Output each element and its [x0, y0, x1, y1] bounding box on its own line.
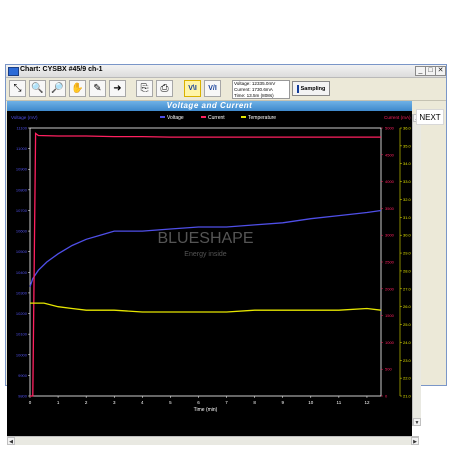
temperature-tick-label: 30.0: [403, 233, 412, 238]
scroll-left-icon[interactable]: ◀: [7, 437, 15, 445]
legend-label: Voltage: [167, 115, 184, 121]
chart-window: Chart: CYSBX #45/9 ch-1 _ □ ✕ ⤡ 🔍 🔎 ✋ ✎ …: [5, 64, 447, 445]
x-tick-label: 11: [337, 400, 342, 405]
copy-button[interactable]: ⎘: [136, 80, 153, 97]
temperature-tick-label: 24.0: [403, 340, 412, 345]
horizontal-scrollbar[interactable]: ◀ ▶: [7, 436, 419, 445]
temperature-tick-label: 34.0: [403, 161, 412, 166]
close-button[interactable]: ✕: [435, 66, 446, 76]
arrow-icon: ➜: [113, 83, 122, 94]
voltage-current-toggle[interactable]: V\I: [184, 80, 201, 97]
y-tick-label: 10600: [16, 229, 28, 234]
scroll-right-icon[interactable]: ▶: [411, 437, 419, 445]
next-button[interactable]: NEXT: [416, 109, 444, 125]
reset-zoom-button[interactable]: ⤡: [9, 80, 26, 97]
temperature-tick-label: 32.0: [403, 197, 412, 202]
sampling-icon: [296, 84, 299, 93]
readout-panel: Voltage: 12335.0mV Current: 1730.6mA Tim…: [232, 80, 290, 99]
y-tick-label: 10800: [16, 187, 28, 192]
y-tick-label: 11100: [16, 126, 27, 131]
y-tick-label: 10500: [16, 249, 28, 254]
current-tick-label: 2500: [385, 260, 395, 265]
chart-title: Voltage and Current: [7, 101, 412, 111]
hand-icon: ✋: [71, 83, 84, 94]
zoom-in-icon: 🔍: [31, 83, 44, 94]
temperature-tick-label: 23.0: [403, 358, 412, 363]
y-tick-label: 10400: [16, 270, 28, 275]
y-tick-label: 10100: [16, 332, 28, 337]
current-axis-label: Current (mA): [384, 115, 411, 120]
y-tick-label: 9900: [18, 373, 28, 378]
y-tick-label: 9800: [18, 394, 28, 399]
toolbar: ⤡ 🔍 🔎 ✋ ✎ ➜ ⎘ ⎙ V\I V/I Voltage: 12335.0…: [6, 78, 446, 101]
x-axis-label: Time (min): [194, 407, 218, 413]
current-tick-label: 1500: [385, 313, 395, 318]
draw-button[interactable]: ✎: [89, 80, 106, 97]
printer-icon: ⎙: [160, 83, 169, 94]
current-tick-label: 5000: [385, 126, 395, 131]
pan-button[interactable]: ✋: [69, 80, 86, 97]
current-tick-label: 1000: [385, 340, 395, 345]
fit-icon: ⤡: [13, 83, 22, 94]
temperature-tick-label: 26.0: [403, 304, 412, 309]
current-tick-label: 3500: [385, 206, 395, 211]
chart-background: [7, 111, 412, 436]
temperature-tick-label: 29.0: [403, 251, 412, 256]
vertical-scrollbar[interactable]: ▲ ▼: [412, 114, 421, 426]
current-tick-label: 4500: [385, 152, 395, 157]
temperature-tick-label: 25.0: [403, 322, 412, 327]
time-readout: Time: 13.5m (808s): [234, 93, 274, 98]
scroll-down-icon[interactable]: ▼: [413, 418, 421, 426]
app-icon: [8, 67, 19, 76]
current-tick-label: 3000: [385, 233, 395, 238]
current-tick-label: 2000: [385, 286, 395, 291]
temperature-tick-label: 35.0: [403, 143, 412, 148]
chart-plot: Voltage Current Temperature Voltage (mV) 980…: [7, 111, 412, 436]
copy-icon: ⎘: [140, 83, 149, 94]
y-tick-label: 10700: [16, 208, 28, 213]
chart-area: Voltage and Current Voltage Current Temper…: [7, 101, 412, 436]
left-axis-label: Voltage (mV): [11, 115, 38, 120]
temperature-tick-label: 33.0: [403, 179, 412, 184]
sampling-label: Sampling: [300, 86, 326, 92]
zoom-out-button[interactable]: 🔎: [49, 80, 66, 97]
pencil-icon: ✎: [93, 83, 102, 94]
legend-label: Temperature: [248, 115, 276, 121]
temperature-tick-label: 21.0: [403, 394, 412, 399]
x-tick-label: 10: [308, 400, 314, 405]
temperature-tick-label: 31.0: [403, 215, 412, 220]
y-tick-label: 10300: [16, 290, 28, 295]
vi-toggle[interactable]: V/I: [204, 80, 221, 97]
zoom-in-button[interactable]: 🔍: [29, 80, 46, 97]
current-tick-label: 4000: [385, 179, 395, 184]
temperature-tick-label: 28.0: [403, 268, 412, 273]
export-button[interactable]: ➜: [109, 80, 126, 97]
window-title: Chart: CYSBX #45/9 ch-1: [20, 66, 103, 73]
temperature-tick-label: 36.0: [403, 126, 412, 131]
zoom-out-icon: 🔎: [51, 83, 64, 94]
sampling-button[interactable]: Sampling: [292, 81, 330, 96]
temperature-tick-label: 22.0: [403, 376, 412, 381]
watermark-logo: BLUESHAPE: [157, 230, 253, 247]
y-tick-label: 10000: [16, 352, 28, 357]
print-button[interactable]: ⎙: [156, 80, 173, 97]
watermark-tagline: Energy inside: [184, 251, 227, 258]
y-tick-label: 10200: [16, 311, 28, 316]
temperature-tick-label: 27.0: [403, 286, 412, 291]
legend-label: Current: [208, 115, 225, 121]
y-tick-label: 10900: [16, 167, 28, 172]
current-tick-label: 500: [385, 367, 392, 372]
y-tick-label: 11000: [16, 146, 28, 151]
title-bar: Chart: CYSBX #45/9 ch-1 _ □ ✕: [6, 65, 446, 78]
x-tick-label: 12: [364, 400, 370, 405]
